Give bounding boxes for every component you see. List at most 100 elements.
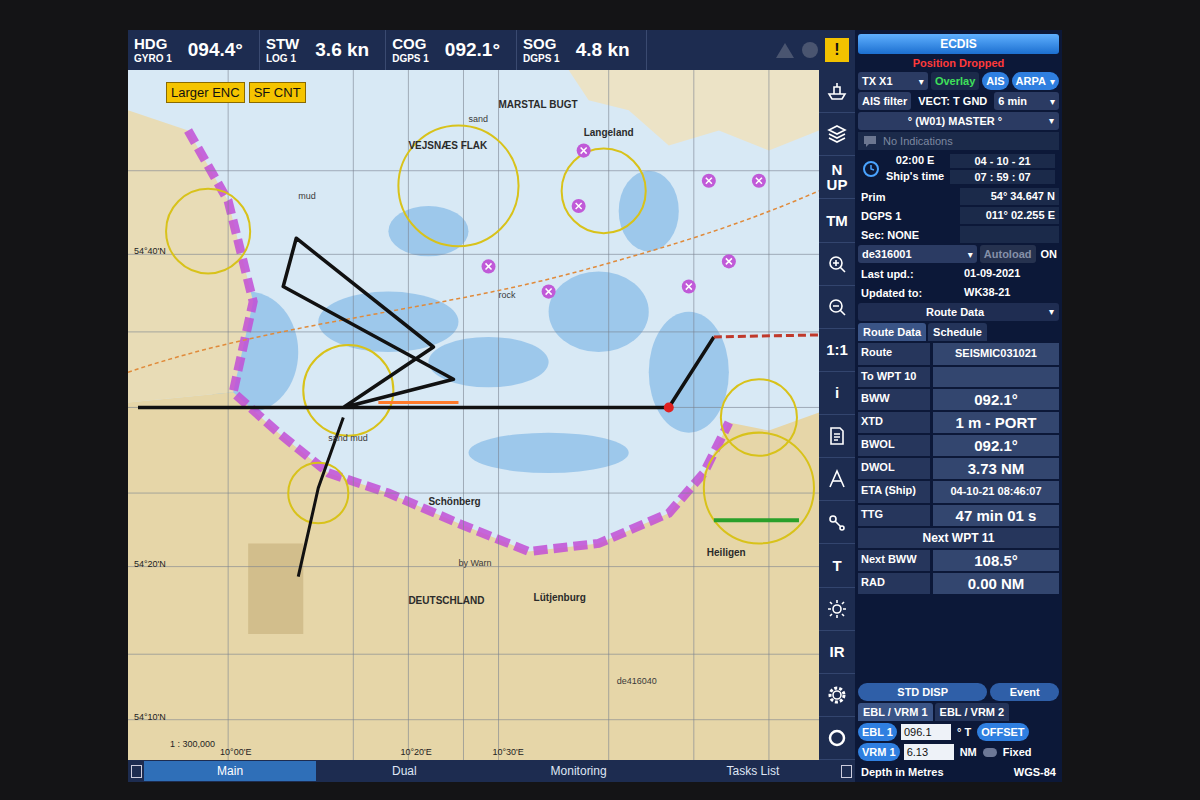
ebl-tab[interactable]: EBL / VRM 2: [935, 703, 1010, 721]
tool-button[interactable]: IR: [819, 631, 855, 674]
route-row: RouteSEISMIC031021: [858, 343, 1059, 365]
next-wpt-title: Next WPT 11: [858, 528, 1059, 548]
chart-label: Heiligen: [707, 546, 746, 557]
tool-button[interactable]: T: [819, 544, 855, 587]
chart-label: Langeland: [584, 127, 634, 138]
vector-label: VECT: T GND: [914, 92, 991, 110]
overlay-row: TX X1▾OverlayAISARPA▾: [858, 72, 1059, 90]
action-button[interactable]: STD DISP: [858, 683, 987, 701]
vector-button[interactable]: AIS filter: [858, 92, 911, 110]
bottom-tab[interactable]: Monitoring: [493, 761, 665, 781]
action-button[interactable]: Event: [990, 683, 1059, 701]
chart-label: 54°40'N: [134, 246, 166, 256]
chart-label: mud: [298, 191, 315, 201]
next-wpt-row: Next BWW108.5°: [858, 550, 1059, 571]
chart-label: Schönberg: [428, 496, 480, 507]
tool-button[interactable]: [819, 70, 855, 113]
nav-reading: COGDGPS 1 092.1°: [386, 30, 517, 70]
nav-value: 092.1°: [439, 39, 506, 61]
bottom-tab[interactable]: Main: [144, 761, 316, 781]
ebl-tab[interactable]: EBL / VRM 1: [858, 703, 933, 721]
update-row: Updated to:WK38-21: [858, 284, 1059, 301]
ecdis-screen: HDGGYRO 1094.4°STWLOG 13.6 knCOGDGPS 109…: [128, 30, 1062, 782]
tool-button[interactable]: 1:1: [819, 329, 855, 372]
chart-canvas[interactable]: DEUTSCHLANDMARSTAL BUGTVEJSNÆS FLAKLange…: [128, 70, 819, 760]
cell-select[interactable]: de316001▾: [858, 245, 977, 263]
vrm-button[interactable]: VRM 1: [858, 743, 900, 761]
route-icon: [826, 511, 848, 533]
nav-label: SOGDGPS 1: [523, 36, 560, 64]
nav-reading: SOGDGPS 1 4.8 kn: [517, 30, 647, 70]
chart-label: DEUTSCHLAND: [408, 595, 484, 606]
nav-reading: STWLOG 13.6 kn: [260, 30, 386, 70]
bottom-tab[interactable]: Tasks List: [667, 761, 839, 781]
tool-button[interactable]: i: [819, 372, 855, 415]
data-tabs: Route DataSchedule: [858, 323, 1059, 341]
nav-value: 094.4°: [182, 39, 249, 61]
offset-button[interactable]: OFFSET: [977, 723, 1028, 741]
fixed-label: Fixed: [1001, 746, 1034, 758]
nautical-chart[interactable]: DEUTSCHLANDMARSTAL BUGTVEJSNÆS FLAKLange…: [128, 70, 819, 760]
gear-icon: [826, 684, 848, 706]
tool-button[interactable]: [819, 501, 855, 544]
tool-button[interactable]: TM: [819, 199, 855, 242]
tool-button[interactable]: [819, 717, 855, 760]
overlay-button[interactable]: Overlay: [931, 72, 979, 90]
layers-icon: [826, 123, 848, 145]
cell-row: de316001▾AutoloadON: [858, 245, 1059, 263]
tool-button[interactable]: [819, 113, 855, 156]
action-row: STD DISPEvent: [858, 683, 1059, 701]
overlay-button[interactable]: TX X1▾: [858, 72, 928, 90]
position-row: DGPS 1011° 02.255 E: [858, 207, 1059, 224]
tool-button[interactable]: [819, 286, 855, 329]
nav-value: 4.8 kn: [570, 39, 636, 61]
data-tab[interactable]: Schedule: [928, 323, 987, 341]
ship-time: 02:00 E04 - 10 - 21Ship's time07 : 59 : …: [858, 152, 1059, 186]
tool-button[interactable]: [819, 243, 855, 286]
data-select[interactable]: Route Data▾: [858, 303, 1059, 321]
tool-button[interactable]: [819, 674, 855, 717]
footer-text: Depth in Metres: [861, 766, 944, 778]
measure-icon: [826, 468, 848, 490]
tool-button[interactable]: [819, 588, 855, 631]
vrm-value[interactable]: 6.13: [904, 744, 954, 760]
fixed-checkbox[interactable]: [983, 748, 997, 757]
clock-icon[interactable]: [862, 160, 880, 178]
panel-footer: Depth in MetresWGS-84: [858, 763, 1059, 779]
warning-triangle-icon[interactable]: [775, 41, 795, 59]
chart-badge[interactable]: Larger ENC: [166, 82, 245, 103]
tool-button[interactable]: [819, 458, 855, 501]
mode-select[interactable]: ° (W01) MASTER °▾: [858, 112, 1059, 130]
bottom-tab[interactable]: Dual: [318, 761, 490, 781]
left-square-icon[interactable]: [131, 765, 142, 778]
alarm-button[interactable]: !: [825, 38, 849, 62]
right-square-icon[interactable]: [841, 765, 852, 778]
update-row: Last upd.:01-09-2021: [858, 265, 1059, 282]
indications-field: No Indications: [858, 132, 1059, 150]
bottom-tabs: MainDualMonitoringTasks List: [128, 760, 855, 782]
chart-toolbar: NUPTM 1:1i T IR: [819, 70, 855, 760]
chart-label: 1 : 300,000: [170, 739, 215, 749]
ecdis-monitor: HDGGYRO 1094.4°STWLOG 13.6 knCOGDGPS 109…: [0, 0, 1200, 800]
overlay-button[interactable]: ARPA▾: [1012, 72, 1059, 90]
ebl-value[interactable]: 096.1: [901, 724, 951, 740]
tool-button[interactable]: NUP: [819, 156, 855, 199]
ship-icon: [826, 80, 848, 102]
ebl-tabs: EBL / VRM 1EBL / VRM 2: [858, 703, 1059, 721]
vector-button[interactable]: 6 min▾: [994, 92, 1059, 110]
overlay-button[interactable]: AIS: [982, 72, 1008, 90]
vector-row: AIS filterVECT: T GND6 min▾: [858, 92, 1059, 110]
route-row: BWOL092.1°: [858, 435, 1059, 456]
ebl-button[interactable]: EBL 1: [858, 723, 897, 741]
chart-badge[interactable]: SF CNT: [249, 82, 306, 103]
autoload-button[interactable]: Autoload: [980, 245, 1036, 263]
caution-circle-icon[interactable]: [801, 41, 819, 59]
chart-badges: Larger ENCSF CNT: [166, 82, 306, 103]
chart-label: Lütjenburg: [534, 592, 586, 603]
route-row: TTG47 min 01 s: [858, 505, 1059, 526]
alarm-area: !: [769, 30, 855, 70]
tool-button[interactable]: [819, 415, 855, 458]
data-tab[interactable]: Route Data: [858, 323, 926, 341]
nav-label: COGDGPS 1: [392, 36, 429, 64]
route-row: To WPT 10: [858, 367, 1059, 387]
